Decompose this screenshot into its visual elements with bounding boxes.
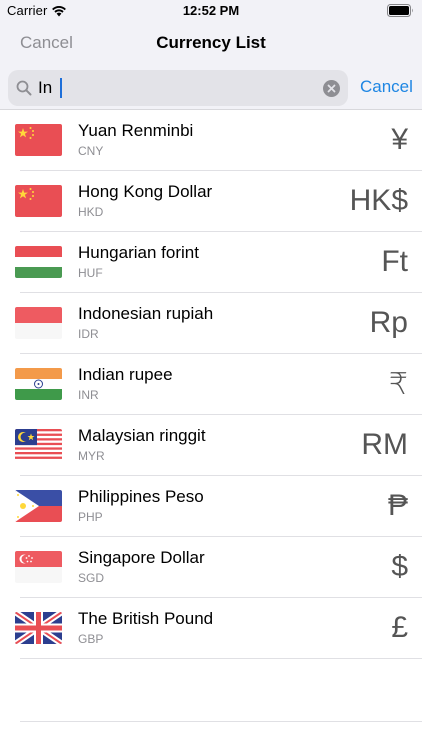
currency-row[interactable]: Indonesian rupiah IDR Rp <box>0 293 422 354</box>
currency-symbol: ₱ <box>387 489 408 522</box>
currency-row[interactable]: Indian rupee INR ₹ <box>0 354 422 415</box>
currency-row[interactable]: Yuan Renminbi CNY ¥ <box>0 110 422 171</box>
currency-code: SGD <box>78 571 105 585</box>
currency-row[interactable]: Hungarian forint HUF Ft <box>0 232 422 293</box>
clear-icon[interactable] <box>323 80 340 97</box>
currency-name: Hungarian forint <box>78 243 199 262</box>
currency-symbol: HK$ <box>349 184 408 217</box>
currency-code: CNY <box>78 144 104 158</box>
currency-symbol: £ <box>391 611 408 644</box>
search-bar: Cancel <box>0 66 422 110</box>
battery-icon <box>387 4 413 17</box>
navigation-bar: Cancel Currency List <box>0 22 422 66</box>
currency-symbol: RM <box>361 428 408 461</box>
china-flag-icon <box>15 124 62 156</box>
currency-name: Yuan Renminbi <box>78 121 194 140</box>
currency-symbol: $ <box>391 550 408 583</box>
currency-name: Philippines Peso <box>78 487 204 506</box>
currency-symbol: ₹ <box>388 368 408 401</box>
currency-name: Hong Kong Dollar <box>78 182 213 201</box>
search-input[interactable] <box>38 74 318 102</box>
currency-code: INR <box>78 388 99 402</box>
status-bar: Carrier 12:52 PM <box>0 0 422 22</box>
search-field[interactable] <box>8 70 348 106</box>
malaysia-flag-icon <box>15 429 62 461</box>
currency-code: IDR <box>78 327 99 341</box>
currency-row[interactable]: Singapore Dollar SGD $ <box>0 537 422 598</box>
philippines-flag-icon <box>15 490 62 522</box>
currency-symbol: ¥ <box>391 123 408 156</box>
currency-code: PHP <box>78 510 103 524</box>
currency-row[interactable]: Malaysian ringgit MYR RM <box>0 415 422 476</box>
uk-flag-icon <box>15 612 62 644</box>
search-cancel-button[interactable]: Cancel <box>360 77 413 97</box>
currency-code: HUF <box>78 266 103 280</box>
currency-symbol: Ft <box>381 245 408 278</box>
currency-name: Indonesian rupiah <box>78 304 214 323</box>
search-icon <box>16 80 32 96</box>
currency-code: GBP <box>78 632 104 646</box>
currency-row[interactable]: The British Pound GBP £ <box>0 598 422 659</box>
clock-label: 12:52 PM <box>182 3 240 18</box>
currency-name: Malaysian ringgit <box>78 426 206 445</box>
text-cursor <box>60 78 62 98</box>
currency-row[interactable]: Philippines Peso PHP ₱ <box>0 476 422 537</box>
currency-code: HKD <box>78 205 104 219</box>
page-title: Currency List <box>156 33 266 52</box>
currency-name: Singapore Dollar <box>78 548 205 567</box>
currency-list: Yuan Renminbi CNY ¥ Hong Kong Dollar HKD… <box>0 110 422 659</box>
currency-name: The British Pound <box>78 609 214 628</box>
singapore-flag-icon <box>15 551 62 583</box>
india-flag-icon <box>15 368 62 400</box>
currency-code: MYR <box>78 449 105 463</box>
currency-row[interactable]: Hong Kong Dollar HKD HK$ <box>0 171 422 232</box>
china-flag-icon <box>15 185 62 217</box>
currency-name: Indian rupee <box>78 365 173 384</box>
indonesia-flag-icon <box>15 307 62 339</box>
list-divider <box>20 721 422 722</box>
currency-symbol: Rp <box>369 306 408 339</box>
hungary-flag-icon <box>15 246 62 278</box>
